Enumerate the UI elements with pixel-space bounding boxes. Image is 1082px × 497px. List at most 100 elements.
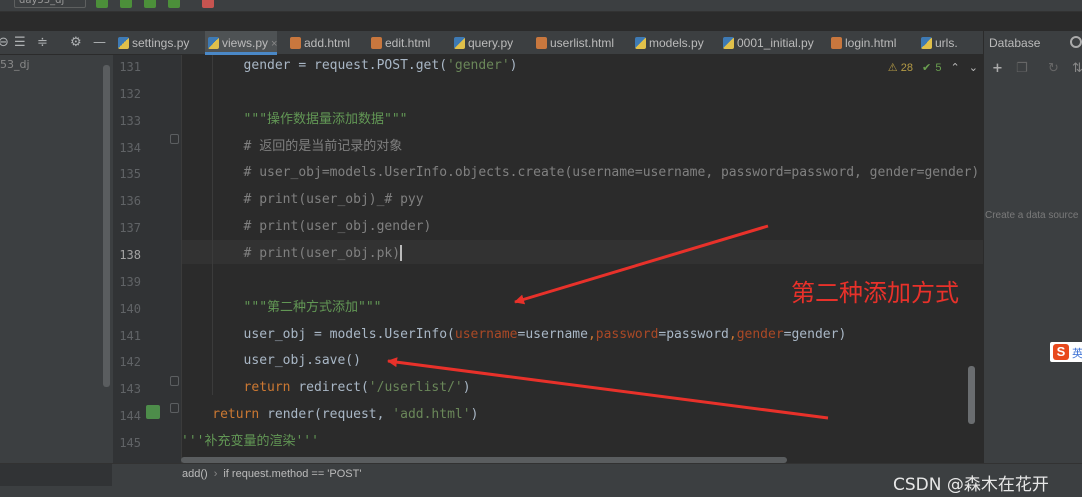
tab-query-py[interactable]: query.py bbox=[451, 31, 513, 55]
ok-count: 5 bbox=[935, 62, 942, 74]
tab-label: add.html bbox=[304, 36, 351, 50]
locate-icon[interactable]: ⊖ bbox=[0, 35, 9, 51]
project-tree-root[interactable]: 53_dj bbox=[0, 58, 30, 71]
indent-guide bbox=[181, 55, 182, 463]
watermark: CSDN @森木在花开 bbox=[893, 475, 1049, 495]
tab-urls[interactable]: urls. bbox=[918, 31, 958, 55]
expand-all-icon[interactable]: ☰ bbox=[14, 35, 26, 51]
line-number: 132 bbox=[119, 86, 141, 101]
line-number: 142 bbox=[119, 355, 141, 370]
editor-tab-bar: ⊖ ☰ ≑ ⚙ — settings.py views.py × add.html ed… bbox=[0, 31, 1082, 55]
line-number: 144 bbox=[119, 409, 141, 424]
hide-icon[interactable]: — bbox=[93, 35, 106, 51]
copy-icon[interactable]: ❐ bbox=[1016, 61, 1028, 76]
project-dropdown[interactable]: day53_dj bbox=[14, 0, 86, 8]
gear-icon[interactable]: ⚙ bbox=[70, 35, 82, 51]
database-toolbar: + ❐ ↻ ⇅ bbox=[990, 61, 1082, 77]
code-line: # print(user_obj.pk) bbox=[243, 245, 403, 262]
chevron-down-icon[interactable]: ⌄ bbox=[969, 62, 978, 74]
refresh-icon[interactable]: ↻ bbox=[1048, 61, 1059, 76]
html-file-icon bbox=[371, 37, 382, 49]
code-line: # 返回的是当前记录的对象 bbox=[243, 138, 403, 154]
tab-label: 0001_initial.py bbox=[737, 36, 814, 50]
line-number: 140 bbox=[119, 301, 141, 316]
python-file-icon bbox=[454, 37, 465, 49]
schema-icon[interactable]: ⇅ bbox=[1072, 61, 1082, 76]
code-line: # print(user_obj)_# pyy bbox=[243, 192, 424, 208]
code-line: # user_obj=models.UserInfo.objects.creat… bbox=[243, 165, 980, 181]
breakpoint-gutter-icon[interactable] bbox=[146, 405, 160, 419]
build-icon[interactable] bbox=[96, 0, 108, 8]
indent-guide bbox=[212, 55, 213, 395]
breadcrumb: add() › if request.method == 'POST' bbox=[182, 468, 361, 480]
tab-userlist-html[interactable]: userlist.html bbox=[533, 31, 614, 55]
tab-add-html[interactable]: add.html bbox=[287, 31, 350, 55]
html-file-icon bbox=[536, 37, 547, 49]
tab-label: views.py bbox=[222, 36, 269, 50]
annotation-label: 第二种添加方式 bbox=[791, 279, 959, 307]
close-icon[interactable]: × bbox=[271, 38, 277, 50]
code-line: """第二种方式添加""" bbox=[243, 299, 382, 315]
inspection-widget[interactable]: ⚠ 28 ✔ 5 ⌃ ⌄ bbox=[888, 61, 978, 74]
fold-marker-icon[interactable] bbox=[170, 134, 179, 144]
tab-label: query.py bbox=[468, 36, 514, 50]
line-number: 143 bbox=[119, 382, 141, 397]
editor-vertical-scrollbar[interactable] bbox=[968, 366, 975, 424]
database-panel-title[interactable]: Database bbox=[989, 36, 1040, 50]
tab-views-py[interactable]: views.py × bbox=[205, 31, 278, 55]
stop-icon[interactable] bbox=[202, 0, 214, 8]
python-file-icon bbox=[208, 37, 219, 49]
python-file-icon bbox=[118, 37, 129, 49]
line-number: 136 bbox=[119, 194, 141, 209]
tab-settings-py[interactable]: settings.py bbox=[115, 31, 189, 55]
tab-edit-html[interactable]: edit.html bbox=[368, 31, 430, 55]
tab-0001-initial-py[interactable]: 0001_initial.py bbox=[720, 31, 814, 55]
line-number: 141 bbox=[119, 328, 141, 343]
text-cursor bbox=[400, 245, 403, 262]
line-number: 138 bbox=[119, 247, 141, 262]
python-file-icon bbox=[921, 37, 932, 49]
database-empty-hint[interactable]: Create a data source bbox=[985, 210, 1078, 221]
add-icon[interactable]: + bbox=[992, 61, 1003, 76]
line-number: 145 bbox=[119, 435, 141, 450]
ime-indicator[interactable]: S 英 bbox=[1050, 342, 1082, 362]
chevron-up-icon[interactable]: ⌃ bbox=[951, 62, 960, 74]
html-file-icon bbox=[831, 37, 842, 49]
code-line: user_obj = models.UserInfo(username=user… bbox=[243, 326, 847, 342]
database-panel-header: Database bbox=[983, 31, 1082, 55]
project-panel: 53_dj bbox=[0, 55, 113, 463]
ime-mode-icon: 英 bbox=[1072, 347, 1082, 360]
line-number: 134 bbox=[119, 140, 141, 155]
fold-marker-icon[interactable] bbox=[170, 403, 179, 413]
tab-label: models.py bbox=[649, 36, 704, 50]
code-editor[interactable]: ⚠ 28 ✔ 5 ⌃ ⌄ gender = request.POST.get('… bbox=[181, 55, 983, 463]
collapse-all-icon[interactable]: ≑ bbox=[37, 35, 48, 51]
globe-icon[interactable] bbox=[1070, 36, 1082, 48]
code-line: user_obj.save() bbox=[243, 353, 361, 369]
project-panel-tools: ⊖ ☰ ≑ ⚙ — bbox=[0, 31, 112, 55]
code-line: return redirect('/userlist/') bbox=[243, 380, 471, 396]
breadcrumb-item[interactable]: add() bbox=[182, 468, 208, 480]
tab-login-html[interactable]: login.html bbox=[828, 31, 896, 55]
database-panel: + ❐ ↻ ⇅ Create a data source S 英 bbox=[983, 55, 1082, 463]
tab-label: login.html bbox=[845, 36, 897, 50]
coverage-icon[interactable] bbox=[168, 0, 180, 8]
tab-label: userlist.html bbox=[550, 36, 615, 50]
fold-marker-icon[interactable] bbox=[170, 376, 179, 386]
tab-models-py[interactable]: models.py bbox=[632, 31, 704, 55]
breadcrumb-item[interactable]: if request.method == 'POST' bbox=[223, 468, 361, 480]
sogou-icon: S bbox=[1053, 344, 1069, 360]
line-number: 133 bbox=[119, 113, 141, 128]
line-number-gutter: 131 132 133 134 135 136 137 138 139 140 141 142 143 1… bbox=[113, 55, 181, 463]
tab-label: edit.html bbox=[385, 36, 431, 50]
breadcrumb-separator-icon: › bbox=[213, 468, 218, 480]
project-scrollbar[interactable] bbox=[103, 65, 110, 387]
code-line: '''补充变量的渲染''' bbox=[181, 433, 319, 449]
code-line: # print(user_obj.gender) bbox=[243, 219, 432, 235]
status-left-area bbox=[0, 464, 112, 486]
status-bar: add() › if request.method == 'POST' CSDN @… bbox=[0, 463, 1082, 497]
debug-icon[interactable] bbox=[144, 0, 156, 8]
run-icon[interactable] bbox=[120, 0, 132, 8]
tab-label: urls. bbox=[935, 36, 958, 50]
code-line: gender = request.POST.get('gender') bbox=[243, 58, 518, 73]
